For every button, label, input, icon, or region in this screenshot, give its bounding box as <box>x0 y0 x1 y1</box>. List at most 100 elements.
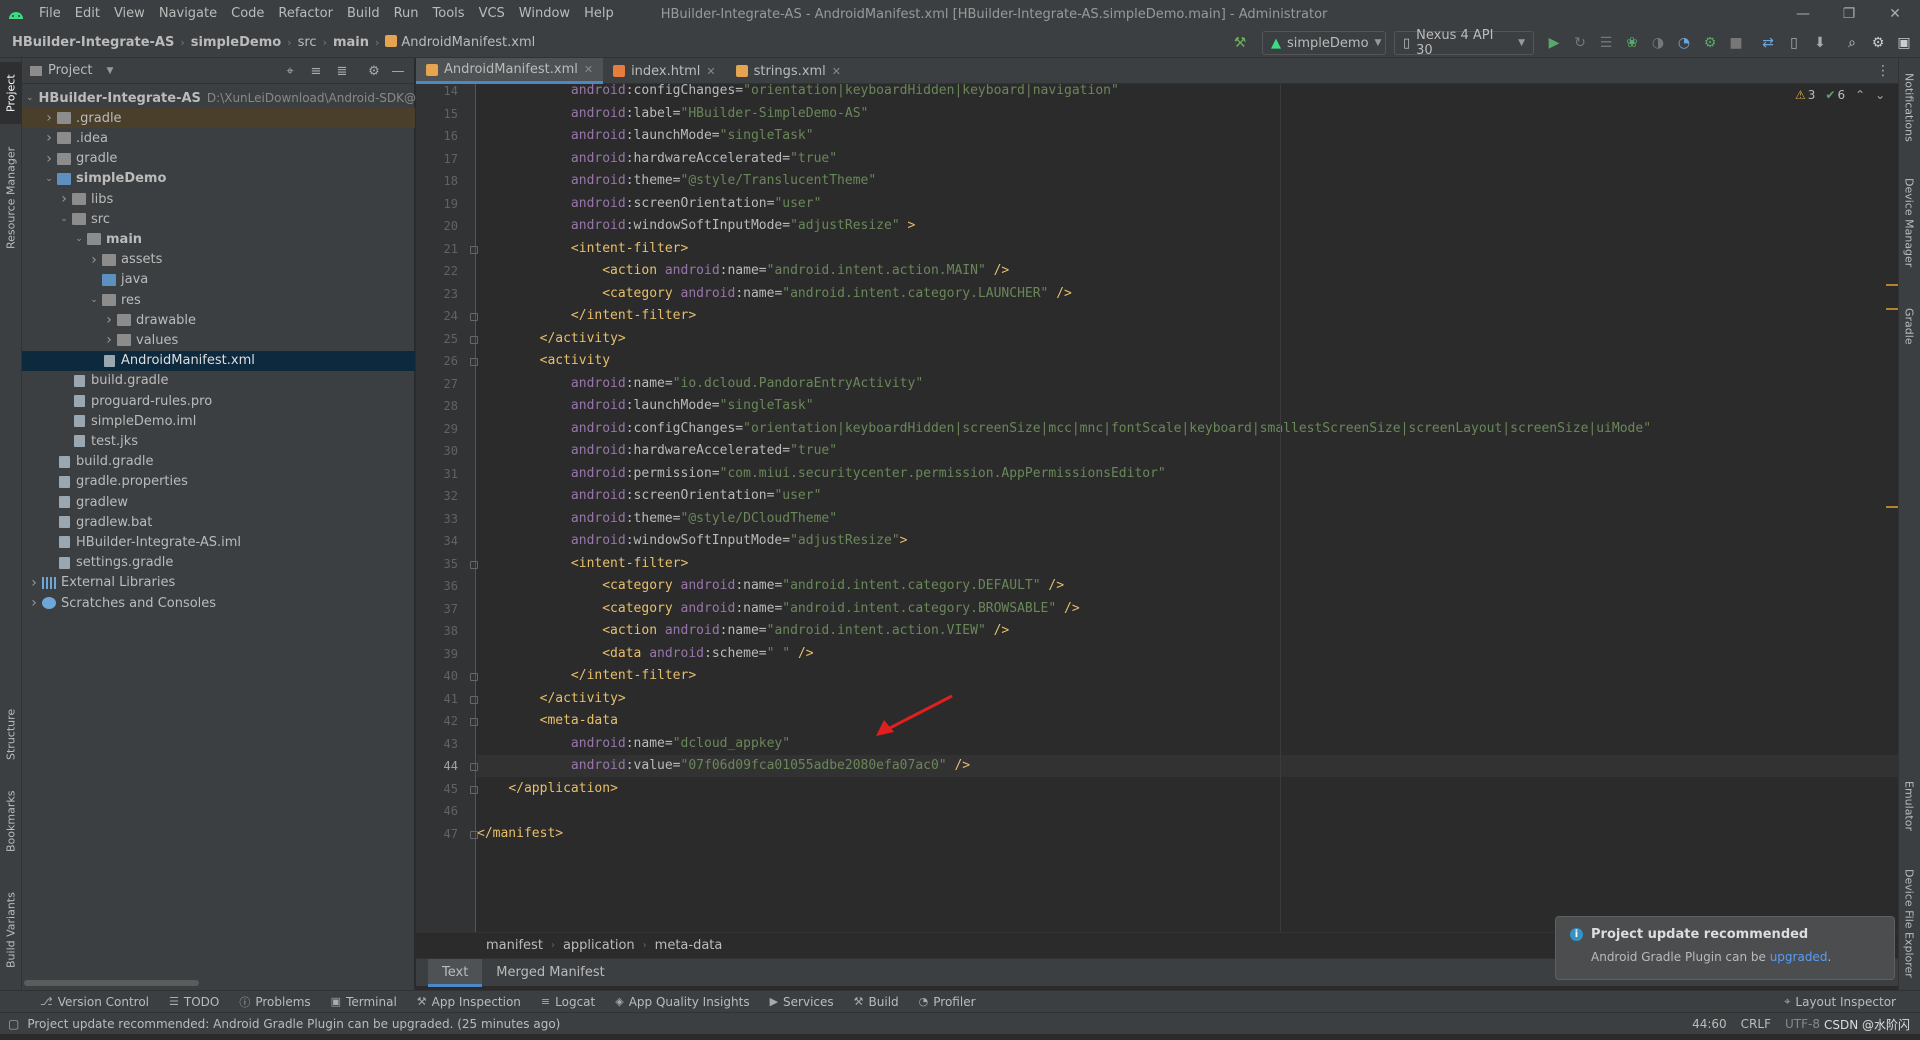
line-separator[interactable]: CRLF <box>1741 1017 1771 1031</box>
chevron-right-icon[interactable]: › <box>26 575 42 591</box>
code-line[interactable]: android:hardwareAccelerated="true" <box>477 440 1898 462</box>
subtab-merged-manifest[interactable]: Merged Manifest <box>482 959 618 987</box>
chevron-right-icon[interactable]: › <box>101 332 117 348</box>
fold-marker-icon[interactable] <box>470 313 478 321</box>
code-line[interactable]: android:name="io.dcloud.PandoraEntryActi… <box>477 373 1898 395</box>
tool-gradle-tab[interactable]: Gradle <box>1898 298 1920 354</box>
settings-gear-icon[interactable]: ⚙ <box>1868 33 1888 53</box>
code-line[interactable]: android:hardwareAccelerated="true" <box>477 148 1898 170</box>
tree-item[interactable]: build.gradle <box>22 452 415 472</box>
code-line[interactable]: android:windowSoftInputMode="adjustResiz… <box>477 530 1898 552</box>
code-line[interactable]: android:theme="@style/DCloudTheme" <box>477 508 1898 530</box>
fold-marker-icon[interactable] <box>470 785 478 794</box>
code-line[interactable]: <intent-filter> <box>477 238 1898 260</box>
status-toggle-icon[interactable]: ▢ <box>8 1017 19 1031</box>
tree-item[interactable]: AndroidManifest.xml <box>22 350 415 371</box>
scroll-marker[interactable] <box>1886 308 1898 310</box>
tab-strings-xml[interactable]: strings.xml ✕ <box>726 58 851 84</box>
tree-item[interactable]: › gradle <box>22 149 415 169</box>
code-line[interactable]: <action android:name="android.intent.act… <box>477 620 1898 642</box>
locate-file-icon[interactable]: ⌖ <box>280 61 300 81</box>
menu-build[interactable]: Build <box>340 0 387 28</box>
apply-changes-icon[interactable]: ☰ <box>1596 33 1616 53</box>
code-line[interactable]: android:theme="@style/TranslucentTheme" <box>477 170 1898 192</box>
tab-more-icon[interactable]: ⋮ <box>1876 63 1890 79</box>
tree-item[interactable]: gradlew <box>22 492 415 512</box>
code-line[interactable]: </activity> <box>477 688 1898 710</box>
tree-item[interactable]: › External Libraries <box>22 573 415 593</box>
options-gear-icon[interactable]: ⚙ <box>364 61 384 81</box>
tool-todo-button[interactable]: ☰ TODO <box>159 995 229 1009</box>
code-editor[interactable]: android:configChanges="orientation|keybo… <box>477 84 1898 932</box>
tree-item[interactable]: simpleDemo.iml <box>22 411 415 431</box>
crumb-main[interactable]: main <box>329 35 373 50</box>
crumb-manifest[interactable]: manifest <box>486 938 543 953</box>
tool-build-button[interactable]: ⚒ Build <box>844 995 909 1009</box>
tree-item[interactable]: ⌄ src <box>22 209 415 229</box>
chevron-right-icon[interactable]: › <box>41 151 57 167</box>
expand-all-icon[interactable]: ≡ <box>306 61 326 81</box>
tree-item[interactable]: HBuilder-Integrate-AS.iml <box>22 532 415 552</box>
project-panel-title[interactable]: Project <box>48 63 92 78</box>
fold-marker-icon[interactable] <box>470 673 478 681</box>
tree-item[interactable]: › .gradle <box>22 108 415 129</box>
make-project-icon[interactable]: ⚒ <box>1230 33 1250 53</box>
chevron-right-icon[interactable]: › <box>56 191 72 207</box>
file-encoding[interactable]: UTF-8 <box>1785 1017 1820 1031</box>
chevron-right-icon[interactable]: › <box>86 252 102 268</box>
tool-resource-manager-tab[interactable]: Resource Manager <box>0 138 22 258</box>
search-icon[interactable]: ⌕ <box>1842 33 1862 53</box>
code-line[interactable] <box>477 800 1898 822</box>
code-line[interactable]: android:permission="com.miui.securitycen… <box>477 463 1898 485</box>
menu-window[interactable]: Window <box>512 0 577 28</box>
device-select[interactable]: ▯ Nexus 4 API 30 ▼ <box>1394 28 1534 58</box>
tree-item[interactable]: gradlew.bat <box>22 512 415 532</box>
code-line[interactable]: <activity <box>477 350 1898 372</box>
fold-marker-icon[interactable] <box>470 335 478 344</box>
menu-help[interactable]: Help <box>577 0 621 28</box>
tool-build-variants-tab[interactable]: Build Variants <box>0 882 22 978</box>
tree-item[interactable]: gradle.properties <box>22 472 415 492</box>
tool-problems-button[interactable]: ⓘ Problems <box>229 994 320 1010</box>
code-line[interactable]: android:launchMode="singleTask" <box>477 125 1898 147</box>
upgrade-link[interactable]: upgraded <box>1770 950 1828 964</box>
code-line[interactable]: <category android:name="android.intent.c… <box>477 575 1898 597</box>
attach-debugger-icon[interactable]: ⚙ <box>1700 33 1720 53</box>
chevron-right-icon[interactable]: › <box>101 312 117 328</box>
crumb-src[interactable]: src <box>294 35 321 50</box>
restore-button[interactable]: ❐ <box>1826 0 1872 28</box>
code-line[interactable]: </activity> <box>477 328 1898 350</box>
tree-item[interactable]: › libs <box>22 189 415 209</box>
tree-item[interactable]: › Scratches and Consoles <box>22 593 415 613</box>
chevron-right-icon[interactable]: › <box>41 130 57 146</box>
tool-services-button[interactable]: ▶ Services <box>760 995 844 1009</box>
tool-device-file-explorer-tab[interactable]: Device File Explorer <box>1898 858 1920 988</box>
run-config-select[interactable]: ▲ simpleDemo ▼ <box>1262 31 1386 55</box>
tool-version-control-button[interactable]: ⎇ Version Control <box>30 995 159 1009</box>
caret-position[interactable]: 44:60 <box>1692 1017 1727 1031</box>
notification-popup[interactable]: i Project update recommended Android Gra… <box>1555 916 1895 980</box>
menu-edit[interactable]: Edit <box>68 0 107 28</box>
close-icon[interactable]: ✕ <box>706 65 715 78</box>
code-line[interactable]: <action android:name="android.intent.act… <box>477 260 1898 282</box>
close-icon[interactable]: ✕ <box>832 65 841 78</box>
chevron-down-icon[interactable]: ⌄ <box>26 93 34 103</box>
collapse-all-icon[interactable]: ≣ <box>332 61 352 81</box>
close-button[interactable]: ✕ <box>1872 0 1918 28</box>
status-message[interactable]: Project update recommended: Android Grad… <box>27 1017 560 1031</box>
code-line[interactable]: <data android:scheme=" " /> <box>477 643 1898 665</box>
code-line[interactable]: </manifest> <box>477 823 1898 845</box>
scroll-marker[interactable] <box>1886 506 1898 508</box>
crumb-meta-data[interactable]: meta-data <box>655 938 723 953</box>
sdk-manager-icon[interactable]: ⬇ <box>1810 33 1830 53</box>
tool-terminal-button[interactable]: ▣ Terminal <box>321 995 407 1009</box>
tool-device-manager-tab[interactable]: Device Manager <box>1898 168 1920 278</box>
tree-item[interactable]: test.jks <box>22 431 415 451</box>
chevron-right-icon[interactable]: › <box>41 110 57 126</box>
tree-item[interactable]: ⌄ HBuilder-Integrate-AS D:\XunLeiDownload\… <box>22 88 416 108</box>
menu-file[interactable]: File <box>32 0 68 28</box>
account-icon[interactable]: ▣ <box>1894 33 1914 53</box>
code-line[interactable]: </application> <box>477 778 1898 800</box>
tree-item[interactable]: › assets <box>22 250 415 270</box>
profile-icon[interactable]: ◔ <box>1674 33 1694 53</box>
